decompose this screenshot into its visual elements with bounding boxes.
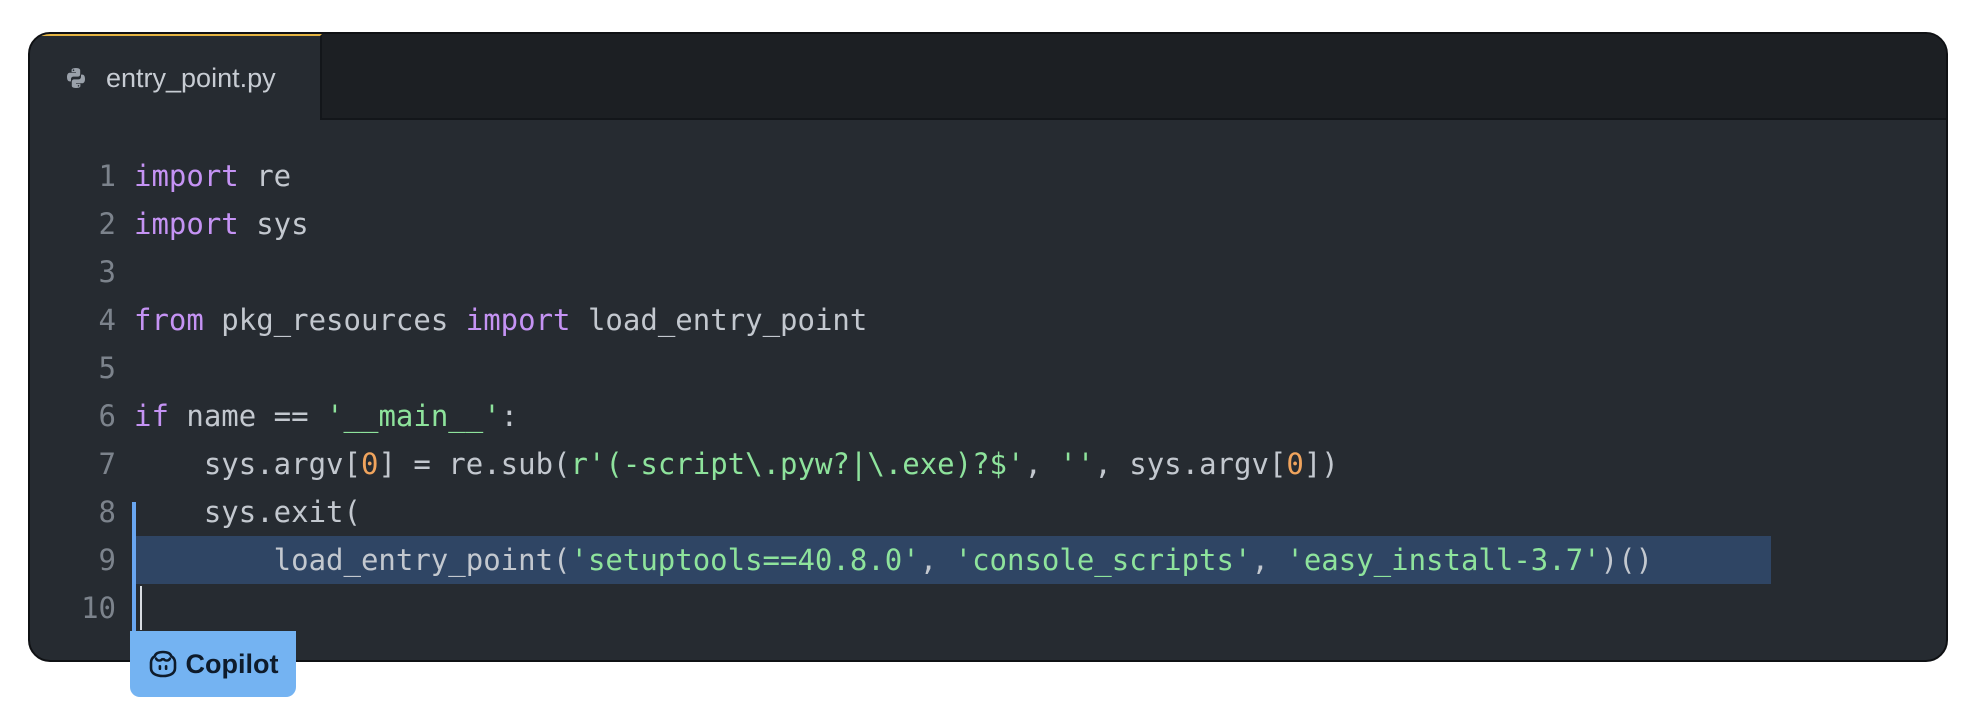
- code-line[interactable]: 10: [30, 584, 1946, 632]
- code-token: sys.exit(: [134, 495, 361, 529]
- code-text: if name == '__main__':: [134, 392, 518, 440]
- line-number: 1: [98, 159, 116, 193]
- line-number: 5: [98, 351, 116, 385]
- text-cursor: [140, 586, 142, 630]
- copilot-gutter-marker: [132, 502, 136, 632]
- code-line[interactable]: 6 if name == '__main__':: [30, 392, 1946, 440]
- code-line[interactable]: 4 from pkg_resources import load_entry_po…: [30, 296, 1946, 344]
- line-number: 8: [98, 495, 116, 529]
- code-token: r'(-script\.pyw?|\.exe)?$': [570, 447, 1025, 481]
- code-token: 0: [1286, 447, 1304, 481]
- copilot-icon: [149, 650, 176, 678]
- code-token: )(): [1600, 543, 1654, 577]
- code-token: name ==: [168, 399, 327, 433]
- line-number: 3: [98, 255, 116, 289]
- code-token: ,: [1251, 543, 1287, 577]
- copilot-badge[interactable]: Copilot: [130, 631, 296, 697]
- code-token: 'easy_install-3.7': [1286, 543, 1601, 577]
- code-area[interactable]: 1 import re 2 import sys 3 4 from pkg_resource…: [30, 152, 1946, 632]
- code-token: pkg_resources: [203, 303, 466, 337]
- code-text: from pkg_resources import load_entry_poi…: [134, 296, 867, 344]
- code-token: from: [134, 303, 204, 337]
- python-icon: [64, 65, 90, 91]
- code-line[interactable]: 2 import sys: [30, 200, 1946, 248]
- code-token: ]): [1303, 447, 1339, 481]
- code-token: import: [134, 159, 239, 193]
- code-line[interactable]: 1 import re: [30, 152, 1946, 200]
- tab-entry-point[interactable]: entry_point.py: [30, 34, 322, 120]
- code-token: sys.argv[: [134, 447, 361, 481]
- code-text: import sys: [134, 200, 309, 248]
- code-line[interactable]: 5: [30, 344, 1946, 392]
- code-token: 0: [360, 447, 379, 481]
- code-token: import: [134, 207, 239, 241]
- code-line[interactable]: 9 load_entry_point('setuptools==40.8.0',…: [30, 536, 1946, 584]
- line-number: 4: [98, 303, 116, 337]
- tab-bar: entry_point.py: [30, 34, 1946, 120]
- code-line[interactable]: 3: [30, 248, 1946, 296]
- code-text: load_entry_point('setuptools==40.8.0', '…: [134, 536, 1653, 584]
- line-number: 2: [98, 207, 116, 241]
- code-token: re: [238, 159, 292, 193]
- code-token: , sys.argv[: [1094, 447, 1287, 481]
- code-token: if: [134, 399, 169, 433]
- code-text: sys.argv[0] = re.sub(r'(-script\.pyw?|\.…: [134, 440, 1339, 488]
- code-token: :: [500, 399, 519, 433]
- code-editor: entry_point.py 1 import re 2 import sys 3 4 fr…: [28, 32, 1948, 662]
- code-line[interactable]: 7 sys.argv[0] = re.sub(r'(-script\.pyw?|…: [30, 440, 1946, 488]
- code-token: ] = re.sub(: [378, 447, 571, 481]
- code-line[interactable]: 8 sys.exit(: [30, 488, 1946, 536]
- code-text: import re: [134, 152, 291, 200]
- code-token: '': [1059, 447, 1095, 481]
- code-token: sys: [238, 207, 309, 241]
- code-token: '__main__': [326, 399, 501, 433]
- code-token: load_entry_point: [570, 303, 868, 337]
- line-number: 7: [98, 447, 116, 481]
- code-token: ,: [919, 543, 955, 577]
- code-text: sys.exit(: [134, 488, 361, 536]
- code-token: 'setuptools==40.8.0': [570, 543, 920, 577]
- tab-filename: entry_point.py: [106, 62, 276, 93]
- code-token: load_entry_point(: [134, 543, 571, 577]
- code-token: import: [465, 303, 571, 337]
- code-token: ,: [1024, 447, 1060, 481]
- copilot-label: Copilot: [185, 648, 279, 679]
- line-number: 10: [81, 591, 116, 625]
- line-number: 6: [98, 399, 116, 433]
- code-token: 'console_scripts': [954, 543, 1252, 577]
- line-number: 9: [98, 543, 116, 577]
